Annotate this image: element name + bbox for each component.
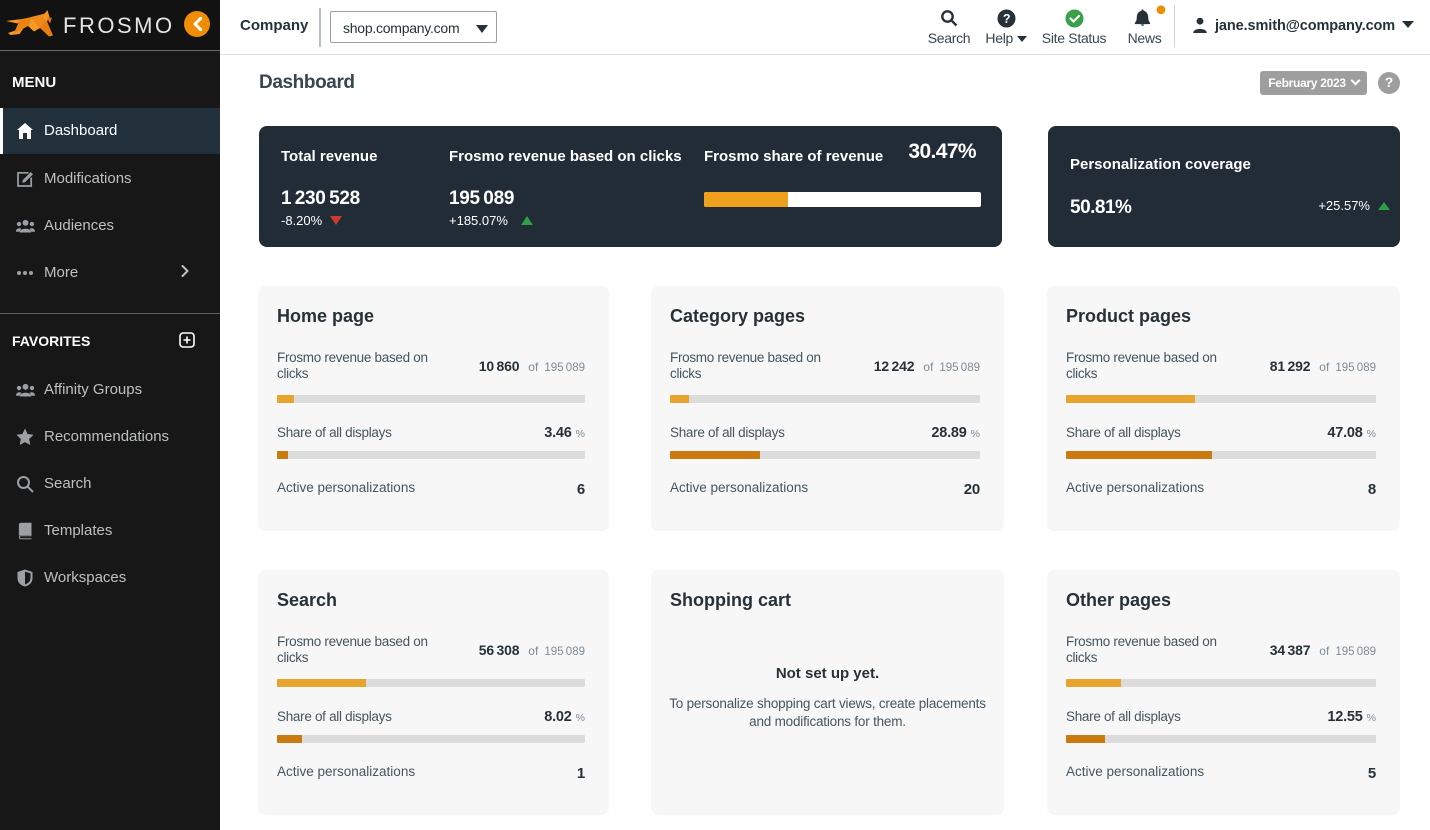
svg-text:?: ?	[1002, 12, 1009, 26]
